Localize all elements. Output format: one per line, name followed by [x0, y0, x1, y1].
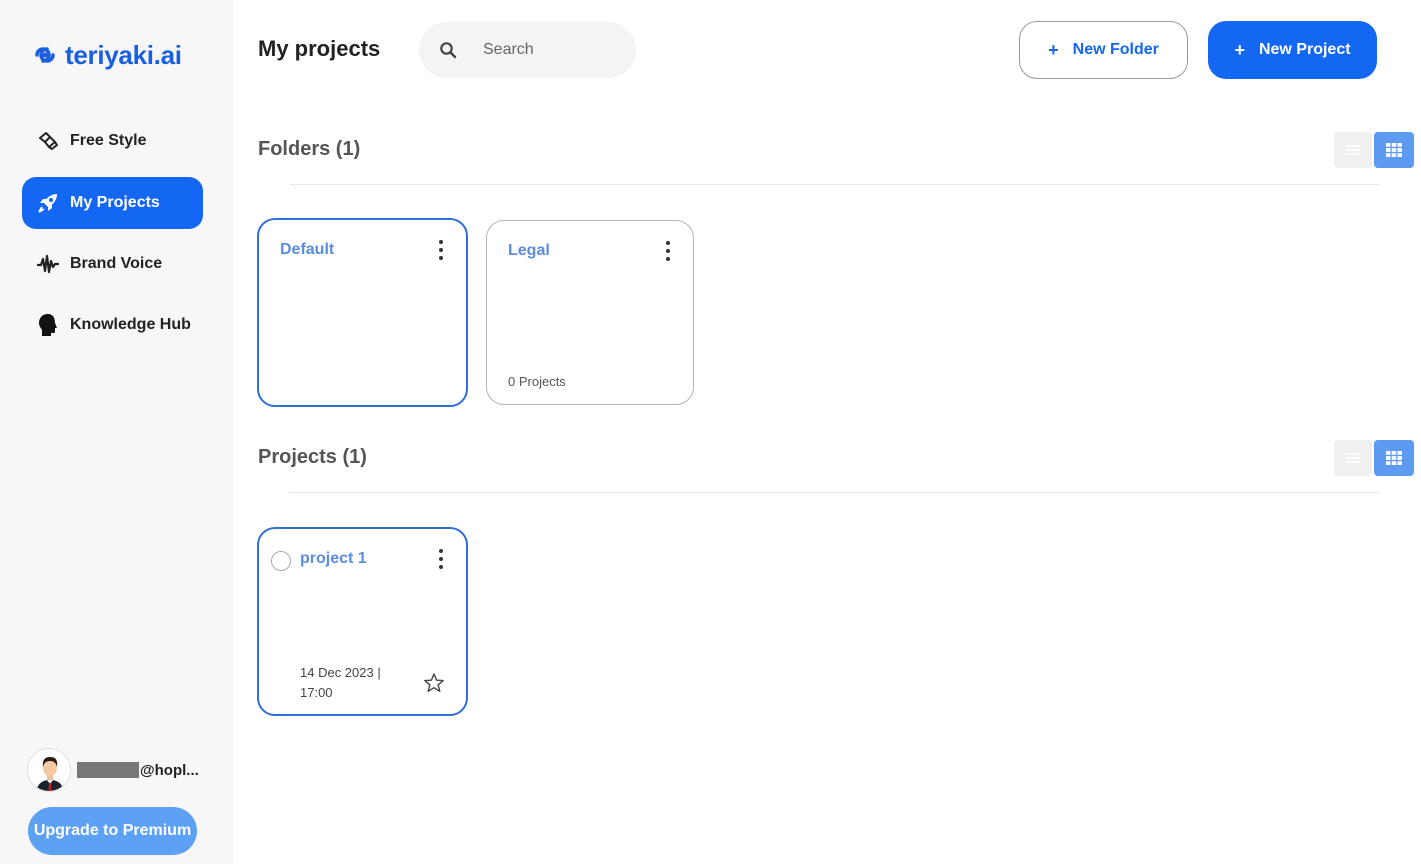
plus-icon: +	[1234, 39, 1245, 60]
waveform-icon	[36, 252, 60, 276]
project-card[interactable]: project 1 14 Dec 2023 | 17:00	[257, 527, 468, 716]
user-email: @hopl...	[77, 762, 199, 779]
list-icon	[1346, 145, 1360, 155]
sidebar-item-knowledge-hub[interactable]: Knowledge Hub	[22, 299, 203, 351]
grid-view-button[interactable]	[1374, 132, 1414, 168]
new-project-label: New Project	[1258, 41, 1351, 58]
user-profile[interactable]: @hopl...	[27, 748, 199, 792]
upgrade-button[interactable]: Upgrade to Premium	[28, 807, 197, 855]
folders-heading: Folders (1)	[258, 138, 361, 160]
rocket-icon	[36, 191, 60, 215]
page-title: My projects	[258, 36, 381, 61]
new-folder-label: New Folder	[1072, 41, 1159, 58]
projects-divider	[290, 492, 1380, 493]
folder-card-default[interactable]: Default	[257, 218, 468, 407]
sidebar-item-label: My Projects	[70, 194, 160, 211]
grid-icon	[1386, 451, 1402, 465]
select-radio[interactable]	[271, 551, 291, 571]
list-view-button[interactable]	[1334, 440, 1372, 476]
star-icon[interactable]	[423, 672, 445, 694]
search-input[interactable]: Search	[419, 22, 636, 78]
avatar	[27, 748, 71, 792]
projects-view-toggle	[1334, 440, 1414, 476]
project-timestamp: 14 Dec 2023 | 17:00	[300, 665, 381, 700]
sidebar-item-label: Brand Voice	[70, 255, 163, 272]
more-vertical-icon[interactable]	[665, 241, 671, 261]
project-name: project 1	[300, 550, 367, 567]
list-view-button[interactable]	[1334, 132, 1372, 168]
head-icon	[36, 313, 60, 337]
sidebar-item-brand-voice[interactable]: Brand Voice	[22, 238, 203, 290]
search-icon	[440, 42, 457, 59]
list-icon	[1346, 453, 1360, 463]
sidebar-item-label: Free Style	[70, 132, 147, 149]
more-vertical-icon[interactable]	[438, 240, 444, 260]
folder-card-legal[interactable]: Legal 0 Projects	[486, 220, 694, 405]
projects-heading: Projects (1)	[258, 446, 367, 468]
sidebar-item-free-style[interactable]: Free Style	[22, 115, 203, 167]
folders-view-toggle	[1334, 132, 1414, 168]
sidebar-item-label: Knowledge Hub	[70, 316, 191, 333]
logo-icon	[35, 47, 55, 63]
brand-name: teriyaki.ai	[65, 39, 182, 70]
folders-divider	[290, 184, 1380, 185]
new-project-button[interactable]: + New Project	[1208, 21, 1377, 79]
grid-view-button[interactable]	[1374, 440, 1414, 476]
new-folder-button[interactable]: + New Folder	[1019, 21, 1188, 79]
more-vertical-icon[interactable]	[438, 549, 444, 569]
sidebar-item-my-projects[interactable]: My Projects	[22, 177, 203, 229]
grid-icon	[1386, 143, 1402, 157]
brand-logo[interactable]: teriyaki.ai	[31, 40, 182, 70]
search-placeholder: Search	[483, 41, 534, 58]
folder-project-count: 0 Projects	[508, 374, 566, 389]
free-style-icon	[36, 129, 60, 153]
folder-name: Legal	[508, 242, 550, 259]
redacted-block	[77, 762, 139, 778]
sidebar: teriyaki.ai Free Style My Projects Brand…	[0, 0, 234, 864]
folder-name: Default	[280, 241, 335, 258]
plus-icon: +	[1048, 39, 1059, 60]
